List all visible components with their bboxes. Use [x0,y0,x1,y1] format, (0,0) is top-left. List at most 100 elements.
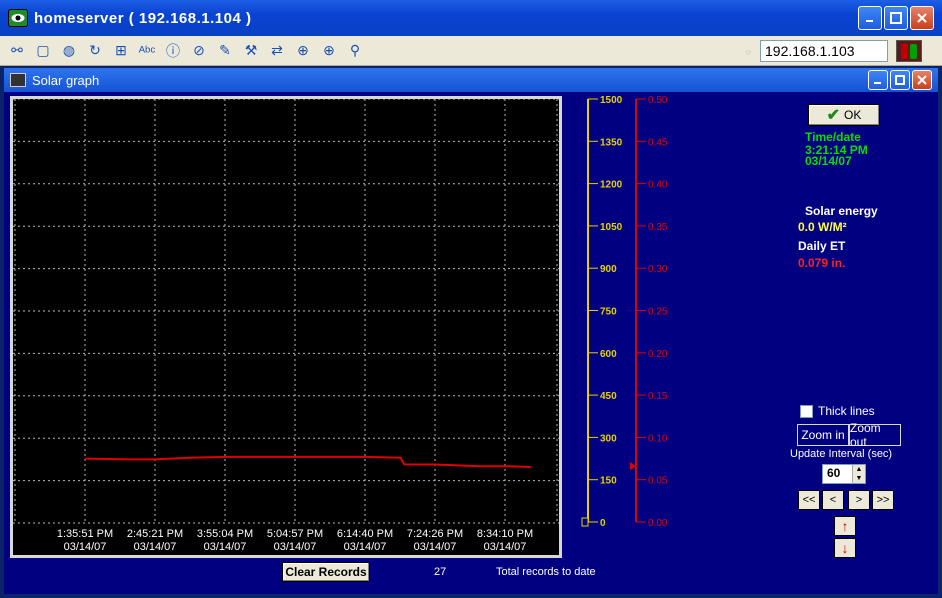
maximize-button[interactable] [884,6,908,30]
eye-icon [8,9,28,27]
scroll-up-button[interactable]: ↑ [834,516,856,536]
x-tick-time: 5:04:57 PM [267,528,323,540]
globe-cancel-icon[interactable]: ⊘ [188,40,210,62]
spin-down-icon[interactable]: ▼ [853,474,865,483]
solar-tick-label: 1200 [600,180,623,191]
et-tick-label: 0.35 [648,222,668,233]
child-window-title-bar: Solar graph [4,68,938,92]
solar-tick-label: 150 [600,476,617,487]
plot-svg: 1:35:51 PM03/14/072:45:21 PM03/14/073:55… [13,99,559,553]
et-tick-label: 0.05 [648,476,668,487]
target-icon[interactable]: ⊕ [292,40,314,62]
solar-tick-label: 300 [600,433,617,444]
close-button[interactable] [910,6,934,30]
solar-tick-label: 450 [600,391,617,402]
solar-tick-label: 1050 [600,222,623,233]
child-maximize-button[interactable] [890,70,910,90]
et-tick-label: 0.20 [648,349,668,360]
solar-tick-label: 600 [600,349,617,360]
update-interval-spinner[interactable]: 60 ▲ ▼ [822,464,866,484]
child-window-title: Solar graph [32,72,100,88]
et-tick-label: 0.40 [648,180,668,191]
solar-tick-label: 0 [600,518,606,529]
x-tick-time: 2:45:21 PM [127,528,183,540]
x-tick-time: 3:55:04 PM [197,528,253,540]
ip-indicator-icon: ◌ [746,48,751,57]
arrow-up-icon: ↑ [841,518,849,534]
et-tick-label: 0.00 [648,518,668,529]
et-tick-label: 0.45 [648,137,668,148]
thick-lines-label: Thick lines [818,404,875,418]
x-tick-date: 03/14/07 [274,541,317,553]
network-icon[interactable]: ⚯ [6,40,28,62]
plot-area: 1:35:51 PM 03/14/07 2:45:21 PM 03/14/07 3:55… [10,96,562,558]
update-interval-value[interactable]: 60 [827,466,840,480]
graph-client-area: 1:35:51 PM 03/14/07 2:45:21 PM 03/14/07 3:55… [4,92,938,594]
app-title: homeserver ( 192.168.1.104 ) [34,9,252,27]
previous-page-button[interactable]: < [822,490,844,510]
thick-lines-option[interactable]: Thick lines [800,404,875,418]
x-tick-time: 8:34:10 PM [477,528,533,540]
solar-tick-label: 750 [600,307,617,318]
window-icon[interactable]: ▢ [32,40,54,62]
info-icon[interactable]: ⓘ [162,40,184,62]
x-tick-date: 03/14/07 [484,541,527,553]
thick-lines-checkbox[interactable] [800,404,813,418]
windows-icon[interactable]: ⊞ [110,40,132,62]
next-page-button[interactable]: > [848,490,870,510]
x-tick-time: 6:14:40 PM [337,528,393,540]
target-edit-icon[interactable]: ⊕ [318,40,340,62]
link-icon[interactable]: ⚲ [344,40,366,62]
arrow-down-icon: ↓ [841,540,849,556]
connection-status-icon [896,40,922,62]
et-tick-label: 0.30 [648,264,668,275]
solar-tick-label: 1500 [600,95,623,106]
scroll-down-button[interactable]: ↓ [834,538,856,558]
checkmark-icon: ✔ [826,107,841,124]
x-tick-date: 03/14/07 [204,541,247,553]
update-interval-label: Update Interval (sec) [790,448,893,460]
x-tick-date: 03/14/07 [344,541,387,553]
clear-records-button[interactable]: Clear Records [282,562,370,582]
palette-icon[interactable]: ✎ [214,40,236,62]
solar-tick-label: 1350 [600,137,623,148]
app-title-bar: homeserver ( 192.168.1.104 ) [0,0,942,36]
x-tick-time: 1:35:51 PM [57,528,113,540]
et-tick-label: 0.15 [648,391,668,402]
daily-et-label: Daily ET [798,239,846,253]
child-minimize-button[interactable] [868,70,888,90]
series-line [84,455,531,468]
x-tick-time: 7:24:26 PM [407,528,463,540]
x-tick-date: 03/14/07 [414,541,457,553]
toolbar: ⚯ ▢ ◍ ↻ ⊞ ᴬᵇᶜ ⓘ ⊘ ✎ ⚒ ⇄ ⊕ ⊕ ⚲ ◌ [0,36,942,66]
date-value: 03/14/07 [805,154,852,168]
zoom-in-button[interactable]: Zoom in [797,424,849,446]
first-page-button[interactable]: << [798,490,820,510]
et-tick-label: 0.25 [648,307,668,318]
zoom-out-button[interactable]: Zoom out [849,421,901,449]
record-count-label: Total records to date [496,566,596,578]
solar-marker-icon [581,517,589,527]
sync-icon[interactable]: ⇄ [266,40,288,62]
time-label: Time/date [805,130,861,144]
refresh-icon[interactable]: ↻ [84,40,106,62]
ip-address-input[interactable] [760,40,888,62]
daily-et-value: 0.079 in. [798,256,846,270]
tools-icon[interactable]: ⚒ [240,40,262,62]
spellcheck-icon[interactable]: ᴬᵇᶜ [136,40,158,62]
last-page-button[interactable]: >> [872,490,894,510]
et-tick-label: 0.50 [648,95,668,106]
solar-energy-label: Solar energy [805,204,878,218]
y-axis-scales: 150013501200105090075060045030015000.500… [581,95,668,529]
status-bar: Clear Records 27 Total records to date [10,558,934,588]
spin-up-icon[interactable]: ▲ [853,465,865,474]
ok-label: OK [844,108,862,122]
record-count: 27 [434,566,447,578]
ok-button[interactable]: ✔ OK [808,104,880,126]
child-close-button[interactable] [912,70,932,90]
graph-window-icon [10,73,26,87]
minimize-button[interactable] [858,6,882,30]
globe-icon[interactable]: ◍ [58,40,80,62]
solar-energy-value: 0.0 W/M² [798,220,847,234]
x-tick-date: 03/14/07 [134,541,177,553]
